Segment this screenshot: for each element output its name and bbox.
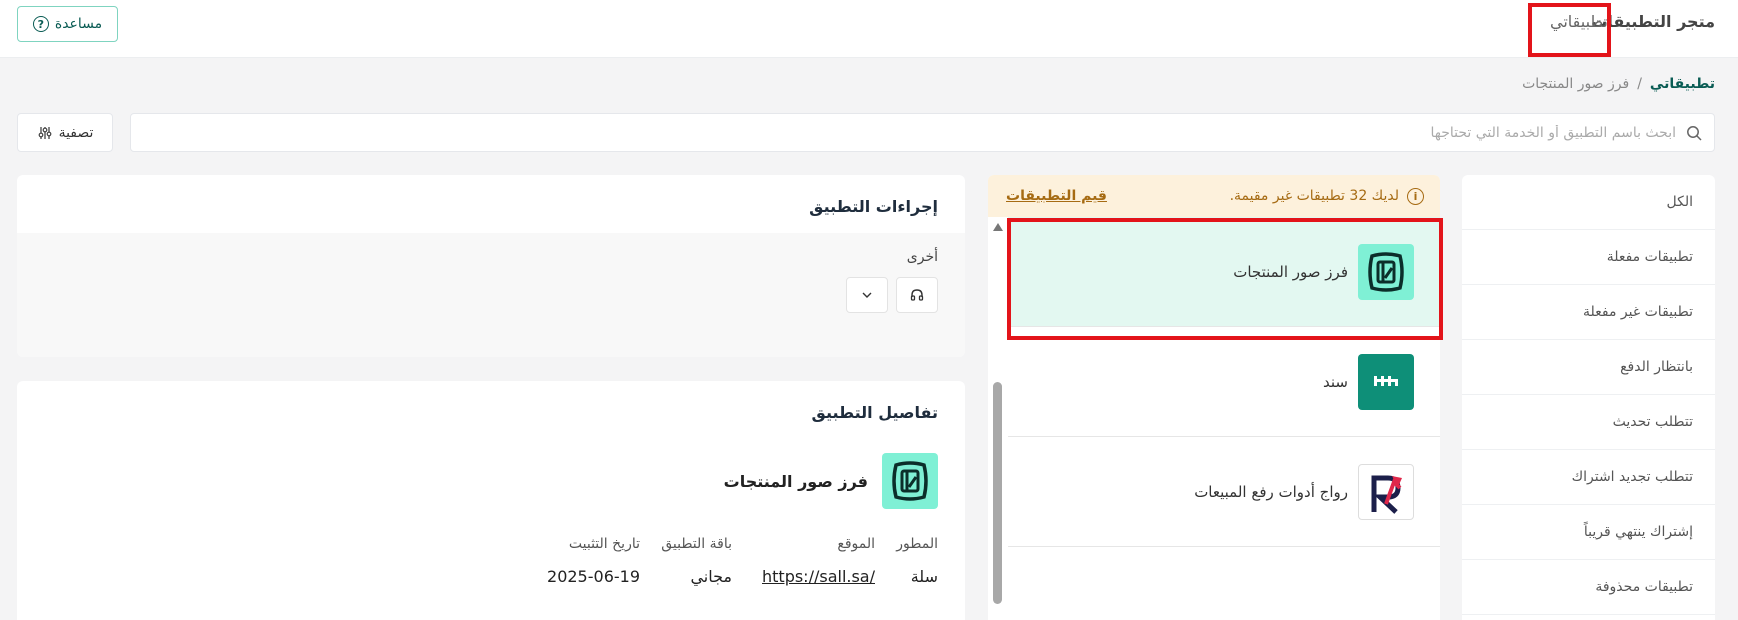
actions-body: أخرى: [17, 233, 965, 357]
rate-apps-link[interactable]: قيم التطبيقات: [1006, 188, 1107, 204]
notice-text: لديك 32 تطبيقات غير مقيمة.: [1229, 188, 1399, 204]
highlight-box-tab: [1528, 3, 1611, 57]
question-icon: ?: [32, 16, 49, 32]
breadcrumb-root[interactable]: تطبيقاتي: [1650, 76, 1715, 92]
detail-app-name: فرز صور المنتجات: [723, 471, 868, 491]
notice-message: i لديك 32 تطبيقات غير مقيمة.: [1229, 187, 1424, 205]
actions-title: إجراءات التطبيق: [809, 197, 938, 216]
scrollbar[interactable]: [988, 217, 1008, 620]
category-active[interactable]: تطبيقات مفعلة: [1462, 230, 1715, 285]
category-sidebar: الكل تطبيقات مفعلة تطبيقات غير مفعلة بان…: [1462, 175, 1715, 620]
search-bar: [130, 113, 1715, 152]
breadcrumb: تطبيقاتي / فرز صور المنتجات: [1522, 76, 1715, 92]
top-bar: متجر التطبيقات تطبيقاتي مساعدة ?: [0, 0, 1738, 58]
sanad-logo: [1358, 353, 1414, 410]
website-link[interactable]: https://sall.sa/: [762, 567, 875, 586]
app-name: رواج أدوات رفع المبيعات: [1194, 482, 1348, 501]
plan-label: باقة التطبيق: [661, 536, 732, 552]
breadcrumb-separator: /: [1637, 76, 1642, 92]
category-pending-payment[interactable]: بانتظار الدفع: [1462, 340, 1715, 395]
breadcrumb-current: فرز صور المنتجات: [1522, 76, 1630, 92]
developer-label: المطور: [896, 536, 938, 552]
other-label: أخرى: [906, 249, 938, 265]
filter-button[interactable]: تصفية: [17, 113, 113, 152]
highlight-box-app: [1007, 218, 1443, 340]
install-date-label: تاريخ التثبيت: [568, 536, 640, 552]
search-input[interactable]: [131, 124, 1676, 141]
developer-value: سلة: [910, 567, 938, 586]
app-list-item[interactable]: سند: [1008, 327, 1440, 437]
support-button[interactable]: [896, 277, 938, 313]
category-all[interactable]: الكل: [1462, 175, 1715, 230]
app-details-card: تفاصيل التطبيق فرز صور المنتجات المطور ا…: [17, 381, 965, 620]
app-name: سند: [1323, 372, 1348, 391]
category-needs-update[interactable]: تتطلب تحديث: [1462, 395, 1715, 450]
category-deleted[interactable]: تطبيقات محذوفة: [1462, 560, 1715, 615]
category-expiring-soon[interactable]: إشتراك ينتهي قريباً: [1462, 505, 1715, 560]
details-title: تفاصيل التطبيق: [811, 403, 938, 422]
help-label: مساعدة: [54, 16, 103, 32]
info-icon: i: [1407, 187, 1424, 205]
filter-label: تصفية: [58, 124, 94, 141]
category-needs-renewal[interactable]: تتطلب تجديد اشتراك: [1462, 450, 1715, 505]
scroll-up-arrow-icon[interactable]: [993, 223, 1003, 231]
website-label: الموقع: [837, 536, 875, 552]
plan-value: مجاني: [690, 567, 732, 586]
install-date-value: 2025-06-19: [547, 567, 640, 586]
sliders-icon: [38, 126, 51, 139]
more-actions-dropdown[interactable]: [846, 277, 888, 313]
chevron-down-icon: [862, 292, 872, 298]
search-icon: [1687, 125, 1702, 141]
scroll-thumb[interactable]: [993, 382, 1002, 604]
rawaj-logo: [1358, 463, 1414, 520]
app-list-item[interactable]: رواج أدوات رفع المبيعات: [1008, 437, 1440, 547]
headset-icon: [910, 289, 924, 301]
product-sort-icon: [882, 453, 938, 509]
category-inactive[interactable]: تطبيقات غير مفعلة: [1462, 285, 1715, 340]
detail-app-header: فرز صور المنتجات: [724, 453, 938, 509]
app-actions-card: إجراءات التطبيق أخرى: [17, 175, 965, 357]
rating-notice: i لديك 32 تطبيقات غير مقيمة. قيم التطبيق…: [988, 175, 1440, 217]
help-button[interactable]: مساعدة ?: [17, 6, 118, 42]
